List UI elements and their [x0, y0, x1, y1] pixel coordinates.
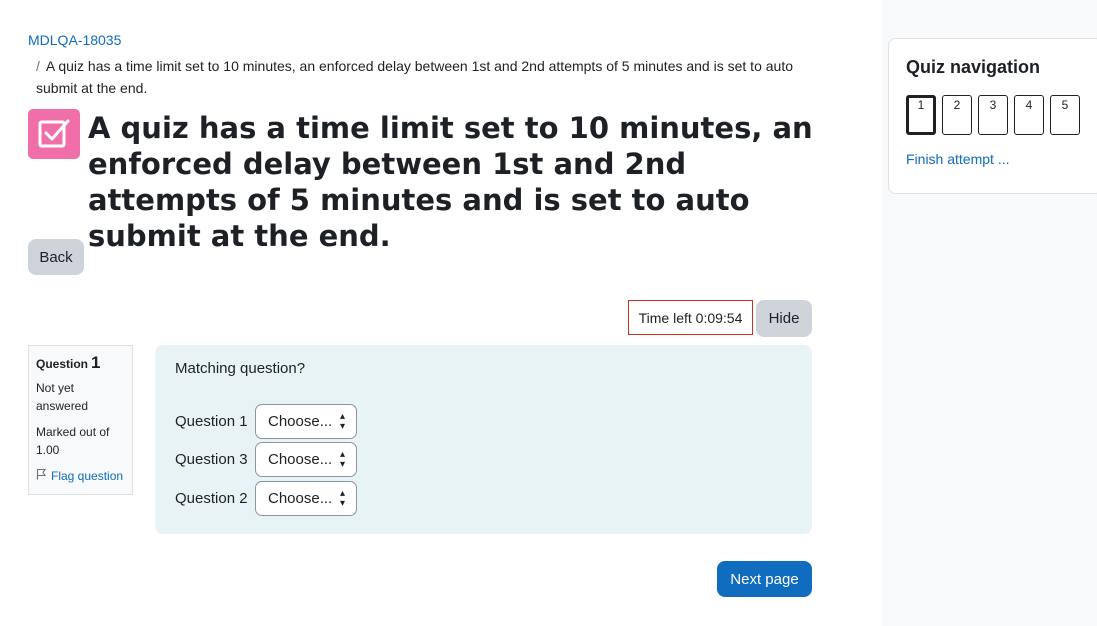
select-caret-icon: ▴ ▾ — [339, 487, 345, 509]
quiz-checkbox-icon — [28, 109, 80, 159]
question-state: Not yet answered — [36, 381, 89, 413]
flag-icon — [36, 467, 47, 485]
quiz-nav-button-2[interactable]: 2 — [942, 95, 972, 135]
select-caret-icon: ▴ ▾ — [339, 448, 345, 470]
match-row-label: Question 1 — [175, 413, 248, 430]
flag-question-label: Flag question — [51, 469, 124, 483]
match-row: Question 2 Choose... ▴ ▾ — [175, 480, 357, 517]
quiz-nav-button-5[interactable]: 5 — [1050, 95, 1080, 135]
question-label: Question — [36, 357, 89, 371]
question-number-value: 1 — [91, 353, 101, 372]
question-info-panel: Question 1 Not yet answered Marked out of… — [28, 345, 133, 495]
match-row-label: Question 2 — [175, 490, 248, 507]
breadcrumb-separator: / — [36, 58, 40, 74]
breadcrumb-activity: / A quiz has a time limit set to 10 minut… — [36, 55, 816, 99]
breadcrumb-activity-text: A quiz has a time limit set to 10 minute… — [36, 58, 793, 96]
finish-attempt-link[interactable]: Finish attempt ... — [906, 151, 1009, 167]
quiz-navigation-block: Quiz navigation 1 2 3 4 5 Finish attempt… — [888, 38, 1097, 194]
flag-question-link[interactable]: Flag question — [36, 467, 125, 485]
match-row: Question 3 Choose... ▴ ▾ — [175, 441, 357, 478]
select-caret-icon: ▴ ▾ — [339, 410, 345, 432]
hide-timer-button[interactable]: Hide — [756, 300, 812, 337]
quiz-navigation-title: Quiz navigation — [906, 57, 1041, 77]
back-button[interactable]: Back — [28, 239, 84, 275]
quiz-nav-button-4[interactable]: 4 — [1014, 95, 1044, 135]
match-select[interactable]: Choose... ▴ ▾ — [255, 481, 357, 516]
quiz-nav-button-1[interactable]: 1 — [906, 95, 936, 135]
time-left-display: Time left 0:09:54 — [628, 300, 753, 335]
quiz-nav-button-3[interactable]: 3 — [978, 95, 1008, 135]
match-select[interactable]: Choose... ▴ ▾ — [255, 404, 357, 439]
question-grade: Marked out of 1.00 — [36, 425, 110, 457]
match-row-label: Question 3 — [175, 451, 248, 468]
match-select[interactable]: Choose... ▴ ▾ — [255, 442, 357, 477]
quiz-navigation-buttons: 1 2 3 4 5 — [906, 95, 1080, 135]
match-select-value: Choose... — [268, 413, 333, 430]
match-select-value: Choose... — [268, 490, 333, 507]
main-region: MDLQA-18035 /A quiz has a time limit set… — [0, 0, 882, 626]
match-row: Question 1 Choose... ▴ ▾ — [175, 403, 357, 440]
match-select-value: Choose... — [268, 451, 333, 468]
question-text: Matching question? — [175, 360, 306, 377]
question-content: Matching question? Question 1 Choose... … — [155, 345, 812, 534]
breadcrumb-course-link[interactable]: MDLQA-18035 — [28, 32, 121, 48]
page-title: A quiz has a time limit set to 10 minute… — [88, 111, 813, 253]
next-page-button[interactable]: Next page — [717, 561, 812, 597]
time-left-text: Time left 0:09:54 — [638, 309, 743, 326]
question-number: Question 1 — [36, 354, 125, 373]
